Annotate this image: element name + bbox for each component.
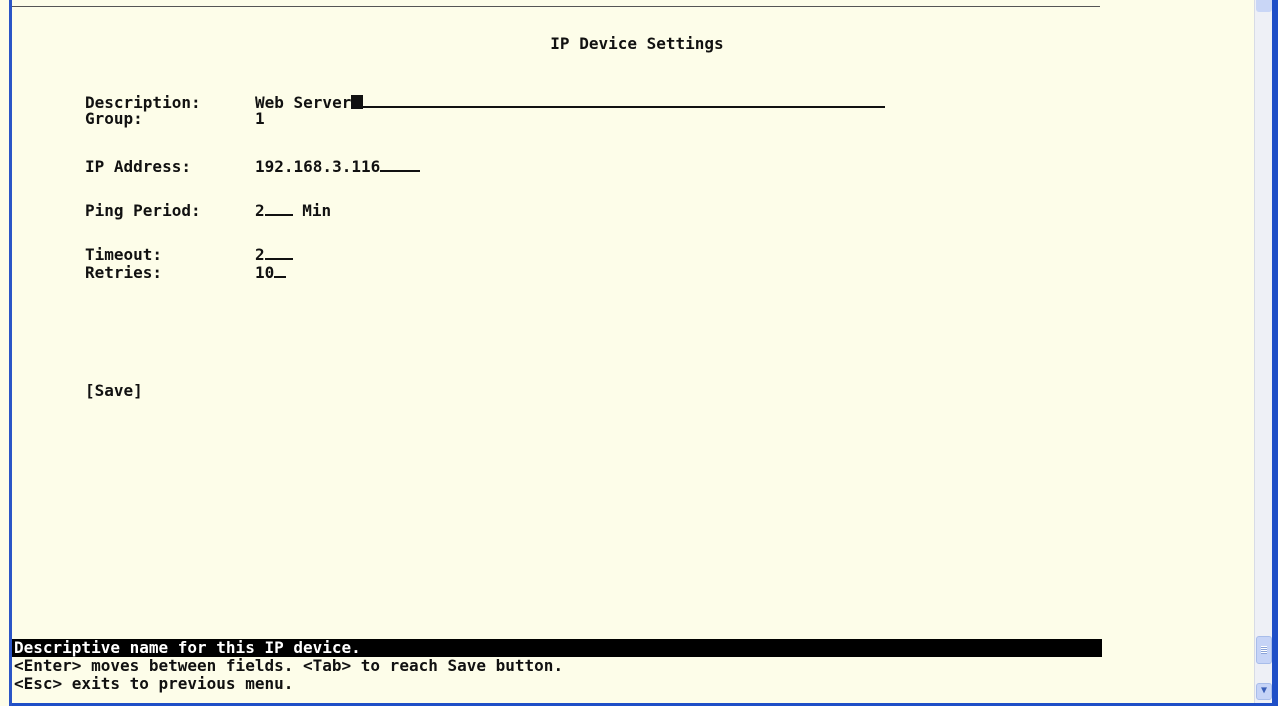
ip-address-label: IP Address: (85, 157, 191, 176)
help-line-escape: <Esc> exits to previous menu. (14, 674, 294, 693)
group-label: Group: (85, 109, 143, 128)
window-right-border (1272, 0, 1278, 706)
retries-label: Retries: (85, 263, 163, 282)
description-field[interactable]: Web Server (255, 92, 886, 112)
description-row: Description: Web Server (85, 92, 886, 112)
description-value: Web Server (255, 93, 352, 112)
save-button[interactable]: [Save] (85, 382, 143, 400)
text-cursor (351, 95, 364, 109)
ping-period-row: Ping Period: 2 Min (85, 200, 331, 220)
chevron-down-icon: ▼ (1260, 685, 1268, 696)
ip-address-value: 192.168.3.116 (255, 157, 381, 176)
scroll-thumb[interactable] (1256, 636, 1272, 664)
retries-value: 10 (255, 263, 275, 282)
ping-period-unit: Min (302, 201, 332, 220)
scroll-down-button[interactable]: ▼ (1256, 683, 1272, 700)
terminal-screen: IP Device Settings Description: Web Serve… (12, 8, 1252, 703)
ping-period-label: Ping Period: (85, 201, 201, 220)
ip-address-field[interactable]: 192.168.3.116 (255, 156, 421, 176)
ping-period-value: 2 (255, 201, 265, 220)
ping-period-underline (264, 200, 293, 216)
timeout-field[interactable]: 2 (255, 244, 293, 264)
retries-field[interactable]: 10 (255, 262, 287, 282)
window-left-border (0, 0, 12, 706)
scroll-up-button[interactable] (1256, 0, 1272, 12)
field-hint-bar: Descriptive name for this IP device. (12, 639, 1102, 657)
help-line-navigation: <Enter> moves between fields. <Tab> to r… (14, 656, 564, 675)
page-title: IP Device Settings (550, 34, 724, 53)
retries-row: Retries: 10 (85, 262, 287, 282)
ping-period-field[interactable]: 2 (255, 200, 293, 220)
timeout-row: Timeout: 2 (85, 244, 293, 264)
ip-address-underline (380, 156, 421, 172)
window-top-border (12, 6, 1100, 7)
vertical-scrollbar[interactable]: ▼ (1254, 0, 1273, 703)
group-value: 1 (255, 109, 265, 128)
description-field-underline (363, 92, 886, 108)
retries-underline (274, 262, 287, 278)
ip-address-row: IP Address: 192.168.3.116 (85, 156, 421, 176)
group-row: Group: 1 (85, 110, 265, 128)
timeout-underline (264, 244, 293, 260)
